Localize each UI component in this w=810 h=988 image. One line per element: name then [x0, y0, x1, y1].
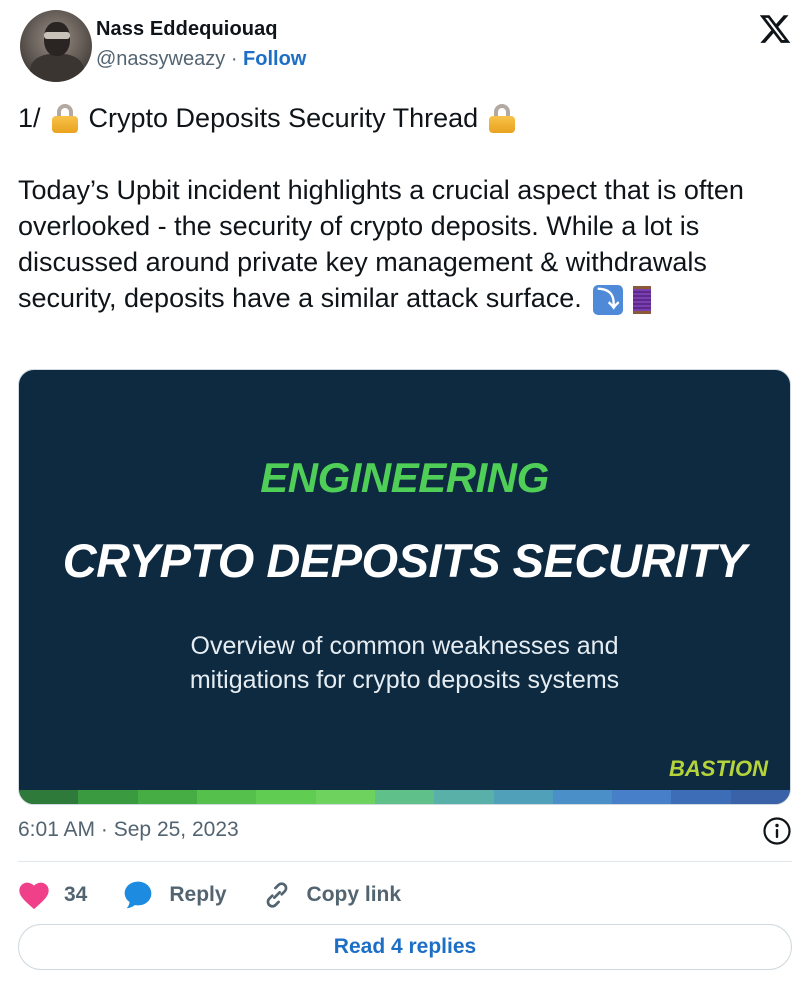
stripe-segment: [19, 790, 79, 804]
avatar[interactable]: [20, 10, 92, 82]
reply-bubble-icon: [125, 881, 152, 909]
lock-icon: [488, 103, 516, 133]
link-icon: [266, 882, 287, 908]
tweet-time: 6:01 AM: [18, 818, 96, 841]
tweet-timestamp[interactable]: 6:01 AM · Sep 25, 2023: [18, 818, 239, 842]
card-subtitle-line: Overview of common weaknesses and: [190, 632, 619, 660]
stripe-segment: [671, 790, 731, 804]
tweet-header: Nass Eddequiouaq @nassyweazy · Follow: [18, 8, 792, 84]
handle-separator: ·: [230, 48, 238, 70]
stripe-segment: [374, 790, 435, 804]
like-button[interactable]: 34: [18, 880, 87, 910]
tweet-date: Sep 25, 2023: [113, 818, 239, 841]
thread-title-line: 1/ Crypto Deposits Security Thread: [18, 98, 793, 138]
author-handle[interactable]: @nassyweazy: [96, 48, 225, 70]
read-replies-button[interactable]: Read 4 replies: [18, 924, 792, 970]
thread-number: 1/: [18, 103, 41, 133]
copy-link-label: Copy link: [306, 883, 402, 906]
card-subtitle: Overview of common weaknesses and mitiga…: [119, 629, 690, 697]
arrow-right-hook-down-icon: ⤵: [593, 284, 624, 315]
card-kicker: ENGINEERING: [260, 454, 549, 501]
x-logo-icon[interactable]: [758, 12, 792, 46]
media-card[interactable]: ENGINEERING CRYPTO DEPOSITS SECURITY Ove…: [18, 369, 791, 805]
copy-link-button[interactable]: Copy link: [261, 879, 402, 911]
card-subtitle-line: mitigations for crypto deposits systems: [189, 666, 620, 694]
stripe-segment: [256, 790, 316, 804]
stripe-segment: [196, 790, 257, 804]
card-color-stripe: [19, 790, 790, 804]
author-handle-row: @nassyweazy · Follow: [96, 48, 306, 71]
heart-icon: [19, 882, 49, 910]
info-icon[interactable]: [762, 816, 792, 846]
stripe-segment: [434, 790, 494, 804]
reply-label: Reply: [169, 883, 227, 906]
tweet-text: 1/ Crypto Deposits Security Thread Today…: [18, 98, 793, 316]
stripe-segment: [493, 790, 553, 804]
reply-button[interactable]: Reply: [121, 879, 227, 911]
author-name[interactable]: Nass Eddequiouaq: [96, 18, 278, 41]
card-brand-logo: BASTION: [669, 756, 768, 781]
tweet-actions: 34 Reply Copy link: [18, 875, 435, 915]
follow-button[interactable]: Follow: [243, 48, 306, 70]
thread-title: Crypto Deposits Security Thread: [88, 103, 479, 133]
like-count: 34: [64, 883, 88, 906]
card-title: CRYPTO DEPOSITS SECURITY: [62, 534, 747, 587]
thread-spool-icon: [627, 284, 657, 316]
divider: [18, 861, 792, 862]
stripe-segment: [78, 790, 138, 804]
timestamp-separator: ·: [100, 818, 108, 841]
lock-icon: [51, 103, 79, 133]
tweet-body-paragraph: Today’s Upbit incident highlights a cruc…: [18, 172, 793, 316]
stripe-segment: [315, 790, 375, 804]
stripe-segment: [730, 790, 790, 804]
stripe-segment: [612, 790, 672, 804]
stripe-segment: [137, 790, 197, 804]
stripe-segment: [552, 790, 613, 804]
